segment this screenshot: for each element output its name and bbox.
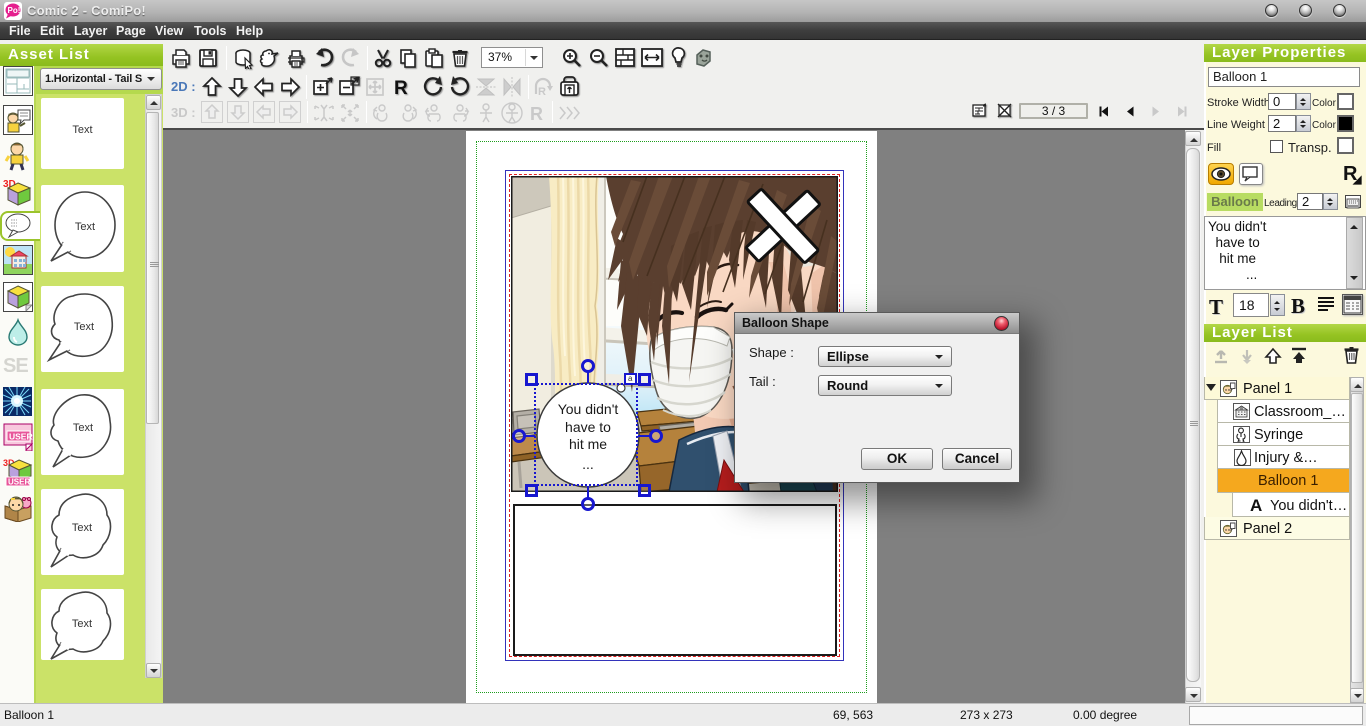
svg-text:Text: Text xyxy=(73,422,93,434)
svg-text:USER: USER xyxy=(8,478,30,487)
svg-text:Text: Text xyxy=(72,618,92,630)
svg-text:Text: Text xyxy=(72,522,92,534)
svg-text:R: R xyxy=(538,86,546,98)
svg-text:Po!: Po! xyxy=(8,6,21,15)
svg-text:R: R xyxy=(530,104,543,124)
svg-text:R: R xyxy=(394,78,408,99)
svg-text:USER: USER xyxy=(9,432,33,442)
svg-text:Text: Text xyxy=(75,221,95,233)
svg-text:Text: Text xyxy=(74,321,94,333)
